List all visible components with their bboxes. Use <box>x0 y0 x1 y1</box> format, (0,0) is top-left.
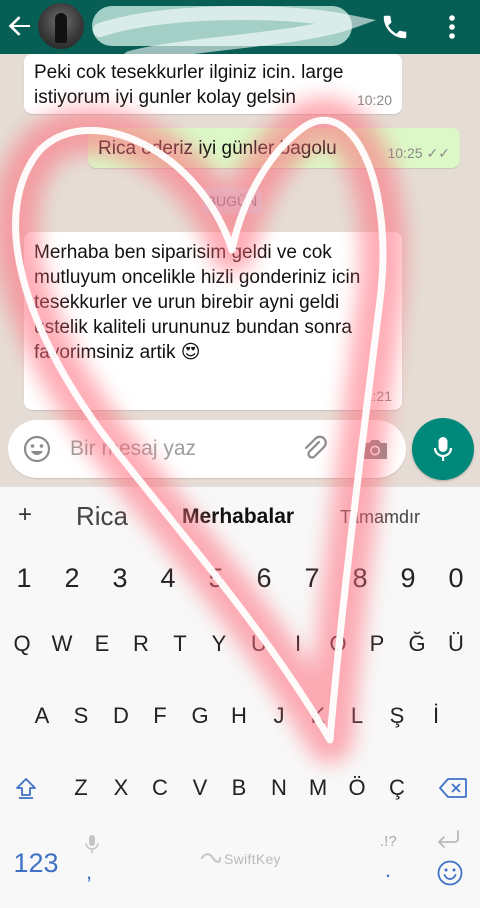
prediction-bar: + Rica Merhabalar Tamamdır <box>0 487 480 549</box>
key-p[interactable]: P <box>357 619 397 669</box>
key-h[interactable]: H <box>219 691 259 741</box>
enter-icon[interactable] <box>434 829 462 851</box>
message-outgoing[interactable]: Rica ederiz iyi günler bagolu 10:25 ✓✓ <box>88 128 460 168</box>
message-text: Peki cok tesekkurler ilginiz icin. large… <box>34 62 344 108</box>
shift-icon[interactable] <box>4 763 48 813</box>
key-5[interactable]: 5 <box>194 553 238 603</box>
prediction-right[interactable]: Tamamdır <box>340 507 420 528</box>
more-vert-icon[interactable] <box>446 12 458 42</box>
key-8[interactable]: 8 <box>338 553 382 603</box>
paperclip-icon[interactable] <box>300 434 330 464</box>
message-composer[interactable]: Bir mesaj yaz <box>8 420 406 478</box>
camera-icon[interactable] <box>360 435 390 463</box>
key-a[interactable]: A <box>22 691 62 741</box>
key-w[interactable]: W <box>42 619 82 669</box>
key-0[interactable]: 0 <box>434 553 478 603</box>
key-s[interactable]: S <box>61 691 101 741</box>
key-g[interactable]: G <box>180 691 220 741</box>
prediction-left[interactable]: Rica <box>76 501 128 532</box>
key-k[interactable]: K <box>298 691 338 741</box>
key-7[interactable]: 7 <box>290 553 334 603</box>
prediction-middle[interactable]: Merhabalar <box>182 505 294 529</box>
key-i[interactable]: I <box>278 619 318 669</box>
date-divider: BUGÜN <box>202 188 262 214</box>
key-9[interactable]: 9 <box>386 553 430 603</box>
key-x[interactable]: X <box>101 763 141 813</box>
key-z[interactable]: Z <box>61 763 101 813</box>
key-1[interactable]: 1 <box>2 553 46 603</box>
key-4[interactable]: 4 <box>146 553 190 603</box>
key-g-breve[interactable]: Ğ <box>397 619 437 669</box>
key-e[interactable]: E <box>82 619 122 669</box>
key-3[interactable]: 3 <box>98 553 142 603</box>
message-incoming[interactable]: Merhaba ben siparisim geldi ve cok mutlu… <box>24 232 402 410</box>
key-q[interactable]: Q <box>2 619 42 669</box>
read-ticks-icon: ✓✓ <box>426 145 450 161</box>
key-j[interactable]: J <box>259 691 299 741</box>
mic-button[interactable] <box>412 418 474 480</box>
key-b[interactable]: B <box>219 763 259 813</box>
key-r[interactable]: R <box>121 619 161 669</box>
message-time: 10:25 <box>387 145 423 161</box>
chat-header <box>0 0 480 54</box>
key-l[interactable]: L <box>337 691 377 741</box>
numbers-switch-key[interactable]: 123 <box>6 839 66 887</box>
arrow-left-icon[interactable] <box>6 12 34 40</box>
phone-icon[interactable] <box>380 12 410 42</box>
smiley-icon[interactable] <box>436 859 464 887</box>
key-c-cedilla[interactable]: Ç <box>377 763 417 813</box>
message-incoming[interactable]: Peki cok tesekkurler ilginiz icin. large… <box>24 54 402 114</box>
punctuation-hint: .!? <box>380 833 397 850</box>
key-s-cedilla[interactable]: Ş <box>377 691 417 741</box>
message-input[interactable]: Bir mesaj yaz <box>70 437 196 461</box>
swiftkey-logo-icon <box>200 851 222 865</box>
key-o[interactable]: O <box>318 619 358 669</box>
key-i-dot[interactable]: İ <box>416 691 456 741</box>
emoji-icon[interactable] <box>22 434 52 464</box>
mic-icon <box>433 437 453 461</box>
key-f[interactable]: F <box>140 691 180 741</box>
key-u[interactable]: U <box>239 619 279 669</box>
comma-key[interactable]: , <box>86 859 92 885</box>
key-n[interactable]: N <box>259 763 299 813</box>
key-d[interactable]: D <box>101 691 141 741</box>
key-2[interactable]: 2 <box>50 553 94 603</box>
keyboard: + Rica Merhabalar Tamamdır 1 2 3 4 5 6 7… <box>0 486 480 908</box>
key-6[interactable]: 6 <box>242 553 286 603</box>
message-time-wrap: 10:25 ✓✓ <box>387 145 450 162</box>
key-v[interactable]: V <box>180 763 220 813</box>
key-m[interactable]: M <box>298 763 338 813</box>
backspace-icon[interactable] <box>430 763 476 813</box>
message-text: Merhaba ben siparisim geldi ve cok mutlu… <box>34 242 361 363</box>
space-brand-label: SwiftKey <box>224 851 281 867</box>
avatar[interactable] <box>38 3 84 49</box>
key-y[interactable]: Y <box>199 619 239 669</box>
key-o-umlaut[interactable]: Ö <box>337 763 377 813</box>
voice-input-icon[interactable] <box>82 833 102 857</box>
key-t[interactable]: T <box>160 619 200 669</box>
message-time: 1:21 <box>364 388 392 404</box>
key-c[interactable]: C <box>140 763 180 813</box>
message-time: 10:20 <box>356 92 392 108</box>
period-key[interactable]: . <box>385 857 391 883</box>
contact-name-redacted[interactable] <box>92 6 352 46</box>
toolbar-plus-button[interactable]: + <box>12 501 38 531</box>
key-u-umlaut[interactable]: Ü <box>436 619 476 669</box>
